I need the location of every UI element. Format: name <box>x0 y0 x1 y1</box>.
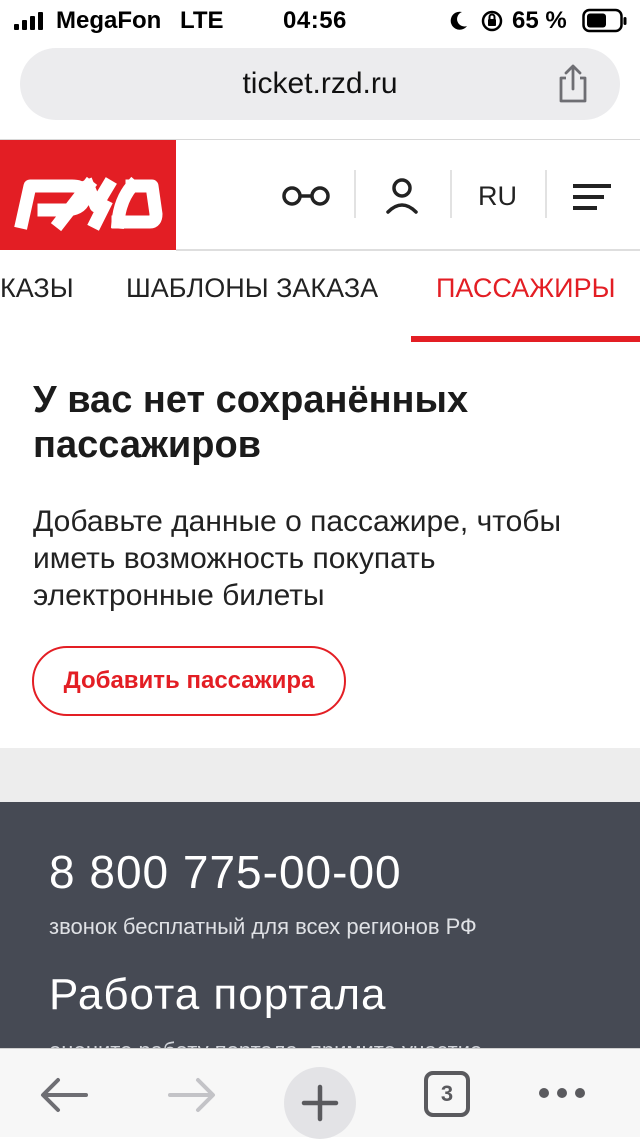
user-profile-icon[interactable] <box>384 176 420 216</box>
tab-order-templates[interactable]: ШАБЛОНЫ ЗАКАЗА <box>126 273 378 304</box>
site-footer: 8 800 775-00-00 звонок бесплатный для вс… <box>0 802 640 1052</box>
empty-state-description: Добавьте данные о пассажире, чтобы иметь… <box>33 505 562 612</box>
battery-percent: 65 % <box>512 7 567 34</box>
browser-toolbar: 3 <box>0 1048 640 1139</box>
more-options-icon[interactable] <box>538 1087 586 1099</box>
moon-icon <box>450 11 467 30</box>
portal-heading: Работа портала <box>49 970 387 1019</box>
empty-state-title: У вас нет сохранённых пассажиров <box>33 379 469 466</box>
hotline-note: звонок бесплатный для всех регионов РФ <box>49 914 477 939</box>
header-separator <box>450 170 452 218</box>
orientation-lock-icon <box>481 10 503 32</box>
tab-passengers[interactable]: ПАССАЖИРЫ <box>436 273 615 304</box>
new-tab-button[interactable] <box>284 1067 356 1139</box>
hotline-phone[interactable]: 8 800 775-00-00 <box>49 845 402 899</box>
status-bar: MegaFon LTE 04:56 65 % <box>0 0 640 44</box>
header-bottom-border <box>176 249 640 251</box>
plus-icon <box>301 1084 339 1122</box>
battery-icon <box>582 8 627 33</box>
accessibility-glasses-icon[interactable] <box>281 184 331 208</box>
signal-strength-icon <box>14 12 48 30</box>
language-switch[interactable]: RU <box>478 181 517 212</box>
add-passenger-button[interactable]: Добавить пассажира <box>32 646 346 716</box>
back-arrow-icon[interactable] <box>40 1077 88 1113</box>
network-type: LTE <box>180 7 224 34</box>
clock: 04:56 <box>283 7 347 34</box>
tabs-count-button[interactable]: 3 <box>424 1071 470 1117</box>
forward-arrow-icon[interactable] <box>168 1077 216 1113</box>
share-icon[interactable] <box>554 64 592 104</box>
header-separator <box>545 170 547 218</box>
address-bar[interactable]: ticket.rzd.ru <box>20 48 620 120</box>
active-tab-indicator <box>411 336 640 342</box>
rzd-logo-mark <box>14 176 163 232</box>
rzd-logo[interactable] <box>0 140 176 250</box>
tab-orders[interactable]: КАЗЫ <box>0 273 74 304</box>
carrier-name: MegaFon <box>56 7 162 34</box>
url-text: ticket.rzd.ru <box>242 67 398 100</box>
section-spacer <box>0 748 640 802</box>
menu-icon[interactable] <box>573 184 611 210</box>
header-separator <box>354 170 356 218</box>
